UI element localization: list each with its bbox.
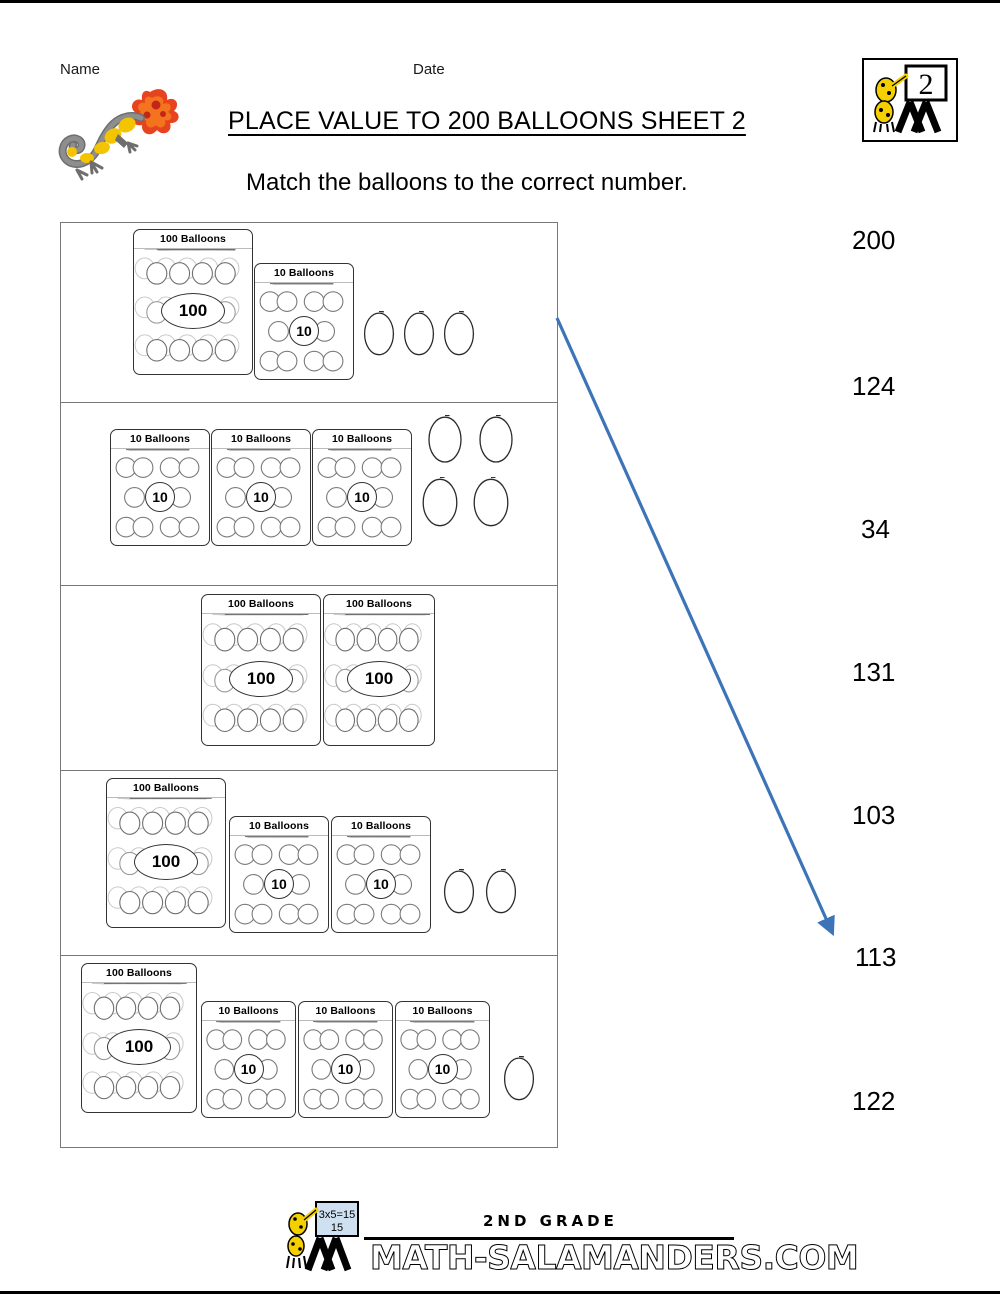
name-label: Name bbox=[60, 61, 101, 78]
card-value: 10 bbox=[264, 868, 294, 899]
card-title: 10 Balloons bbox=[299, 1002, 392, 1021]
balloon-row: 100 Balloons 100 10 Balloons 10 10 Balloons 1… bbox=[61, 956, 557, 1149]
card-title: 100 Balloons bbox=[324, 595, 434, 614]
date-label: Date bbox=[413, 61, 445, 78]
card-title: 10 Balloons bbox=[332, 817, 430, 836]
answer-number[interactable]: 200 bbox=[852, 225, 895, 256]
balloon-cluster: 100 bbox=[134, 248, 252, 373]
hundred-balloons-card: 100 Balloons 100 bbox=[201, 594, 321, 746]
svg-text:15: 15 bbox=[331, 1222, 343, 1234]
card-title: 10 Balloons bbox=[255, 264, 353, 283]
balloon-groups-table: 100 Balloons 100 10 Balloons 10 10 Balloons 1… bbox=[60, 222, 558, 1148]
balloon-row: 100 Balloons 100 100 Balloons 100 bbox=[61, 586, 557, 771]
balloon-cluster: 10 bbox=[202, 1020, 295, 1116]
single-balloon bbox=[441, 868, 477, 921]
balloon-cluster: 100 bbox=[202, 613, 320, 744]
balloon-cluster: 10 bbox=[299, 1020, 392, 1116]
balloon-row: 100 Balloons 100 10 Balloons 10 10 Balloons 1… bbox=[61, 771, 557, 956]
card-value: 100 bbox=[229, 661, 293, 697]
balloon-cluster: 10 bbox=[212, 448, 310, 544]
ten-balloons-card: 10 Balloons 10 bbox=[254, 263, 354, 380]
single-balloon bbox=[476, 414, 516, 471]
footer-logo-equation: 3x5=15 bbox=[319, 1209, 355, 1221]
footer-salamander-logo-icon: 3x5=15 15 bbox=[286, 1201, 359, 1272]
card-title: 100 Balloons bbox=[202, 595, 320, 614]
balloon-cluster: 10 bbox=[230, 835, 328, 931]
grade-badge-number: 2 bbox=[919, 68, 934, 101]
single-balloon bbox=[501, 1055, 537, 1108]
card-title: 10 Balloons bbox=[230, 817, 328, 836]
ten-balloons-card: 10 Balloons 10 bbox=[395, 1001, 490, 1118]
single-balloon bbox=[425, 414, 465, 471]
answer-number[interactable]: 124 bbox=[852, 371, 895, 402]
card-title: 10 Balloons bbox=[313, 430, 411, 449]
card-title: 100 Balloons bbox=[82, 964, 196, 983]
answer-number[interactable]: 34 bbox=[861, 514, 890, 545]
card-title: 10 Balloons bbox=[396, 1002, 489, 1021]
card-title: 100 Balloons bbox=[134, 230, 252, 249]
card-title: 10 Balloons bbox=[212, 430, 310, 449]
balloon-cluster: 100 bbox=[107, 797, 225, 926]
balloon-cluster: 10 bbox=[313, 448, 411, 544]
card-value: 100 bbox=[347, 661, 411, 697]
page-title: PLACE VALUE TO 200 BALLOONS SHEET 2 bbox=[228, 107, 746, 135]
balloon-row: 10 Balloons 10 10 Balloons 10 10 Balloons 10 bbox=[61, 403, 557, 586]
salamander-mascot-icon bbox=[58, 89, 179, 181]
match-arrow bbox=[555, 317, 835, 937]
single-balloon bbox=[483, 868, 519, 921]
balloon-cluster: 10 bbox=[255, 282, 353, 378]
card-title: 10 Balloons bbox=[202, 1002, 295, 1021]
hundred-balloons-card: 100 Balloons 100 bbox=[323, 594, 435, 746]
answer-number[interactable]: 122 bbox=[852, 1086, 895, 1117]
balloon-row: 100 Balloons 100 10 Balloons 10 bbox=[61, 223, 557, 403]
balloon-cluster: 10 bbox=[111, 448, 209, 544]
instruction-text: Match the balloons to the correct number… bbox=[246, 169, 688, 196]
balloon-cluster: 10 bbox=[396, 1020, 489, 1116]
card-value: 10 bbox=[330, 1053, 361, 1084]
card-value: 100 bbox=[161, 293, 225, 329]
card-value: 10 bbox=[289, 315, 319, 346]
ten-balloons-card: 10 Balloons 10 bbox=[298, 1001, 393, 1118]
footer: 3x5=15 15 2ND GRADE MATH-SALAMANDERS.COM bbox=[278, 1196, 859, 1278]
single-balloon bbox=[361, 310, 397, 363]
balloon-cluster: 100 bbox=[324, 613, 434, 744]
hundred-balloons-card: 100 Balloons 100 bbox=[81, 963, 197, 1113]
ten-balloons-card: 10 Balloons 10 bbox=[211, 429, 311, 546]
card-value: 10 bbox=[347, 481, 377, 512]
footer-site-text: MATH-SALAMANDERS.COM bbox=[369, 1238, 859, 1278]
hundred-balloons-card: 100 Balloons 100 bbox=[106, 778, 226, 928]
card-value: 10 bbox=[246, 481, 276, 512]
ten-balloons-card: 10 Balloons 10 bbox=[229, 816, 329, 933]
card-title: 10 Balloons bbox=[111, 430, 209, 449]
ten-balloons-card: 10 Balloons 10 bbox=[201, 1001, 296, 1118]
card-value: 100 bbox=[107, 1029, 171, 1065]
single-balloon bbox=[401, 310, 437, 363]
card-value: 100 bbox=[134, 844, 198, 880]
single-balloon bbox=[441, 310, 477, 363]
hundred-balloons-card: 100 Balloons 100 bbox=[133, 229, 253, 375]
grade-badge: 2 bbox=[862, 58, 958, 142]
card-title: 100 Balloons bbox=[107, 779, 225, 798]
page-top-rule bbox=[0, 0, 1000, 3]
single-balloon bbox=[470, 476, 512, 535]
card-value: 10 bbox=[145, 481, 175, 512]
card-value: 10 bbox=[366, 868, 396, 899]
footer-grade-text: 2ND GRADE bbox=[483, 1212, 618, 1230]
balloon-cluster: 100 bbox=[82, 982, 196, 1111]
ten-balloons-card: 10 Balloons 10 bbox=[312, 429, 412, 546]
card-value: 10 bbox=[427, 1053, 458, 1084]
answer-number[interactable]: 103 bbox=[852, 800, 895, 831]
answer-number[interactable]: 131 bbox=[852, 657, 895, 688]
ten-balloons-card: 10 Balloons 10 bbox=[110, 429, 210, 546]
card-value: 10 bbox=[233, 1053, 264, 1084]
answer-number[interactable]: 113 bbox=[855, 942, 896, 973]
balloon-cluster: 10 bbox=[332, 835, 430, 931]
single-balloon bbox=[419, 476, 461, 535]
ten-balloons-card: 10 Balloons 10 bbox=[331, 816, 431, 933]
